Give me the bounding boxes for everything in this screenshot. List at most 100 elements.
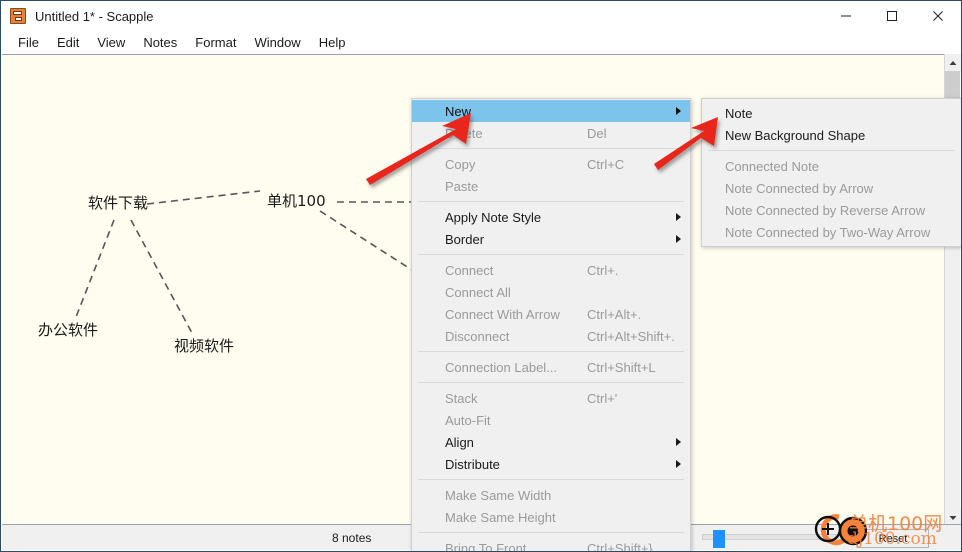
menubar-item-format[interactable]: Format [186, 33, 245, 52]
menubar-item-edit[interactable]: Edit [48, 33, 88, 52]
close-icon [933, 11, 943, 21]
submenu-item-note-connected-by-arrow[interactable]: Note Connected by Arrow [702, 177, 961, 199]
menu-item-label: Make Same Width [445, 487, 552, 503]
menu-item-border[interactable]: Border [412, 228, 690, 250]
chevron-up-icon [949, 60, 957, 65]
menu-item-label: Stack [445, 390, 478, 406]
menu-item-label: New [445, 103, 472, 119]
submenu-item-label: Connected Note [725, 158, 819, 174]
menu-item-label: Disconnect [445, 328, 510, 344]
menu-item-apply-note-style[interactable]: Apply Note Style [412, 206, 690, 228]
menu-item-label: Connect All [445, 284, 511, 300]
menu-separator [418, 351, 684, 352]
maximize-button[interactable] [869, 1, 915, 31]
menu-item-shortcut: Ctrl+Alt+Shift+. [587, 328, 675, 344]
submenu-arrow-icon [676, 213, 681, 221]
submenu-arrow-icon [676, 438, 681, 446]
menu-item-label: Connection Label... [445, 359, 558, 375]
note-item[interactable]: 单机100 [267, 190, 326, 211]
scroll-up-button[interactable] [945, 54, 961, 71]
submenu-item-label: New Background Shape [725, 127, 866, 143]
window-controls [823, 1, 961, 31]
menu-item-label: Distribute [445, 456, 500, 472]
note-item[interactable]: 软件下载 [88, 192, 148, 213]
menu-item-disconnect[interactable]: Disconnect Ctrl+Alt+Shift+. [412, 325, 690, 347]
menu-item-label: Auto-Fit [445, 412, 491, 428]
menu-bar: File Edit View Notes Format Window Help [1, 31, 961, 53]
maximize-icon [887, 11, 897, 21]
menu-separator [708, 150, 955, 151]
menu-item-connect[interactable]: Connect Ctrl+. [412, 259, 690, 281]
submenu-item-new-background-shape[interactable]: New Background Shape [702, 124, 961, 146]
menu-separator [418, 148, 684, 149]
submenu-item-label: Note Connected by Two-Way Arrow [725, 224, 931, 240]
menubar-item-notes[interactable]: Notes [134, 33, 186, 52]
menu-separator [418, 479, 684, 480]
menu-separator [418, 382, 684, 383]
submenu-item-label: Note Connected by Reverse Arrow [725, 202, 926, 218]
menubar-item-window[interactable]: Window [245, 33, 309, 52]
menu-item-shortcut: Ctrl+. [587, 262, 619, 278]
submenu-arrow-icon [676, 107, 681, 115]
menu-item-paste[interactable]: Paste [412, 175, 690, 197]
menu-item-connect-with-arrow[interactable]: Connect With Arrow Ctrl+Alt+. [412, 303, 690, 325]
context-menu: New Delete Del Copy Ctrl+C Paste Apply N… [411, 98, 691, 552]
submenu-item-label: Note [725, 105, 753, 121]
menu-item-shortcut: Del [587, 125, 607, 141]
menu-item-shortcut: Ctrl+Shift+} [587, 540, 653, 552]
menu-item-label: Apply Note Style [445, 209, 542, 225]
submenu-item-note-connected-by-reverse-arrow[interactable]: Note Connected by Reverse Arrow [702, 199, 961, 221]
menu-item-label: Border [445, 231, 485, 247]
note-item[interactable]: 办公软件 [38, 319, 98, 340]
menu-item-auto-fit[interactable]: Auto-Fit [412, 409, 690, 431]
submenu-item-connected-note[interactable]: Connected Note [702, 155, 961, 177]
menu-item-connection-label[interactable]: Connection Label... Ctrl+Shift+L [412, 356, 690, 378]
minimize-button[interactable] [823, 1, 869, 31]
submenu-item-note-connected-by-two-way-arrow[interactable]: Note Connected by Two-Way Arrow [702, 221, 961, 243]
menu-item-label: Bring To Front [445, 540, 527, 552]
menu-item-label: Connect With Arrow [445, 306, 560, 322]
menu-item-shortcut: Ctrl+' [587, 390, 618, 406]
menu-item-label: Copy [445, 156, 476, 172]
menu-item-new[interactable]: New [412, 100, 690, 122]
menu-item-label: Align [445, 434, 474, 450]
window-title: Untitled 1* - Scapple [35, 8, 154, 24]
menubar-item-help[interactable]: Help [310, 33, 355, 52]
submenu-arrow-icon [676, 235, 681, 243]
menu-item-label: Connect [445, 262, 494, 278]
menubar-item-view[interactable]: View [88, 33, 134, 52]
menu-item-stack[interactable]: Stack Ctrl+' [412, 387, 690, 409]
close-button[interactable] [915, 1, 961, 31]
submenu-arrow-icon [676, 460, 681, 468]
menu-item-delete[interactable]: Delete Del [412, 122, 690, 144]
scapple-window: Untitled 1* - Scapple File Edit View Not… [0, 0, 962, 552]
new-submenu: Note New Background Shape Connected Note… [701, 98, 961, 247]
menu-item-bring-to-front[interactable]: Bring To Front Ctrl+Shift+} [412, 537, 690, 552]
menubar-item-file[interactable]: File [9, 33, 48, 52]
menu-separator [418, 201, 684, 202]
title-bar: Untitled 1* - Scapple [1, 1, 961, 31]
menu-item-make-same-height[interactable]: Make Same Height [412, 506, 690, 528]
menu-item-label: Paste [445, 178, 479, 194]
menu-item-align[interactable]: Align [412, 431, 690, 453]
menu-item-shortcut: Ctrl+Shift+L [587, 359, 656, 375]
menu-item-make-same-width[interactable]: Make Same Width [412, 484, 690, 506]
menu-item-connect-all[interactable]: Connect All [412, 281, 690, 303]
submenu-item-label: Note Connected by Arrow [725, 180, 874, 196]
zoom-slider[interactable] [702, 530, 870, 548]
menu-item-label: Delete [445, 125, 483, 141]
menu-item-copy[interactable]: Copy Ctrl+C [412, 153, 690, 175]
menu-separator [418, 254, 684, 255]
notes-count-label: 8 notes [332, 530, 372, 545]
menu-item-shortcut: Ctrl+Alt+. [587, 306, 642, 322]
menu-item-distribute[interactable]: Distribute [412, 453, 690, 475]
menu-separator [418, 532, 684, 533]
submenu-item-note[interactable]: Note [702, 102, 961, 124]
menu-item-shortcut: Ctrl+C [587, 156, 625, 172]
app-icon [10, 8, 26, 24]
reset-button[interactable]: Reset [857, 529, 929, 548]
zoom-slider-thumb[interactable] [713, 530, 725, 548]
chevron-down-icon [949, 515, 957, 520]
note-item[interactable]: 视频软件 [174, 335, 234, 356]
minimize-icon [841, 15, 851, 17]
